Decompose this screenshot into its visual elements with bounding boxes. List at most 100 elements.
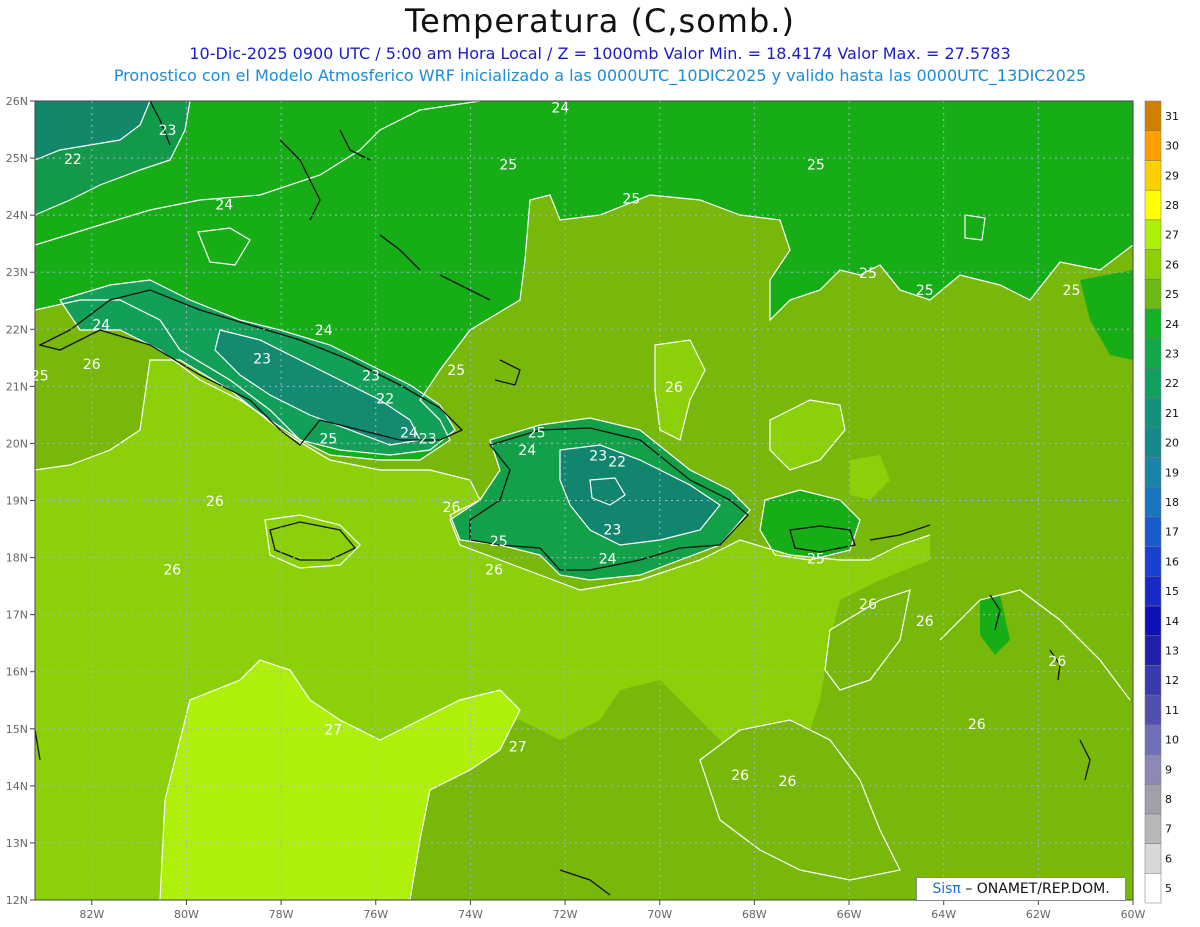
colorbar-label: 21: [1165, 407, 1179, 420]
temperature-map: 232224242525252525 25242324232225262525 24…: [6, 95, 1179, 921]
contour-label: 24: [518, 443, 536, 459]
lat-tick-label: 15N: [6, 723, 28, 736]
colorbar-swatch: [1144, 338, 1162, 369]
lon-tick-label: 72W: [553, 908, 578, 921]
lon-tick-label: 78W: [269, 908, 294, 921]
colorbar-label: 25: [1165, 288, 1179, 301]
colorbar-swatch: [1144, 278, 1162, 310]
colorbar-label: 29: [1165, 169, 1179, 182]
contour-label: 24: [599, 551, 617, 567]
contour-label: 23: [603, 523, 621, 539]
watermark: Sisπ – ONAMET/REP.DOM.: [916, 877, 1126, 901]
contour-label: 24: [315, 323, 333, 339]
contour-label: 24: [400, 426, 418, 442]
contour-label: 25: [859, 266, 877, 282]
colorbar-swatch: [1144, 873, 1162, 904]
colorbar-label: 8: [1165, 793, 1172, 806]
colorbar-label: 10: [1165, 734, 1179, 747]
colorbar-label: 22: [1165, 377, 1179, 390]
lon-tick-label: 66W: [837, 908, 862, 921]
contour-label: 22: [64, 152, 82, 168]
contour-label: 23: [419, 431, 437, 447]
contour-label: 26: [443, 500, 461, 516]
lat-tick-label: 19N: [6, 495, 28, 508]
contour-label: 25: [807, 551, 825, 567]
colorbar-swatch: [1144, 576, 1162, 607]
lon-tick-label: 62W: [1026, 908, 1051, 921]
colorbar-swatch: [1144, 605, 1162, 636]
contour-label: 26: [83, 357, 101, 373]
colorbar-swatch: [1144, 813, 1162, 844]
contour-label: 23: [253, 352, 271, 368]
colorbar-label: 6: [1165, 852, 1172, 865]
contour-label: 25: [320, 431, 338, 447]
lon-tick-label: 80W: [174, 908, 199, 921]
colorbar-swatch: [1144, 486, 1162, 518]
lat-tick-label: 12N: [6, 894, 28, 907]
colorbar-label: 23: [1165, 347, 1179, 360]
contour-label: 26: [485, 563, 503, 579]
lat-tick-label: 26N: [6, 95, 28, 108]
colorbar-label: 20: [1165, 437, 1179, 450]
colorbar-label: 19: [1165, 466, 1179, 479]
lat-tick-label: 20N: [6, 437, 28, 450]
contour-label: 23: [589, 449, 607, 465]
lat-tick-label: 22N: [6, 323, 28, 336]
colorbar: 5 6 7 8 9 10 11 12 13 14 15 16 17 18 19 20 21 22 23 24 25 26 2…: [1144, 100, 1179, 904]
colorbar-swatch: [1144, 160, 1162, 191]
lat-tick-label: 18N: [6, 552, 28, 565]
lon-tick-label: 68W: [742, 908, 767, 921]
lat-tick-label: 23N: [6, 266, 28, 279]
colorbar-swatch: [1144, 219, 1162, 250]
lon-tick-label: 74W: [458, 908, 483, 921]
colorbar-label: 12: [1165, 674, 1179, 687]
watermark-logo: Sisπ: [932, 881, 961, 897]
colorbar-swatch: [1144, 368, 1162, 399]
colorbar-swatch: [1144, 308, 1162, 339]
lat-tick-label: 25N: [6, 152, 28, 165]
contour-label: 24: [215, 197, 233, 213]
colorbar-label: 26: [1165, 258, 1179, 271]
colorbar-swatch: [1144, 457, 1162, 488]
contour-label: 26: [779, 774, 797, 790]
colorbar-swatch: [1144, 130, 1162, 161]
contour-label: 25: [31, 369, 49, 385]
colorbar-label: 9: [1165, 763, 1172, 776]
lon-tick-label: 70W: [647, 908, 672, 921]
contour-label: 25: [622, 192, 640, 208]
colorbar-swatch: [1144, 754, 1162, 785]
contour-label: 26: [665, 380, 683, 396]
contour-label: 25: [490, 534, 508, 550]
contour-label: 27: [509, 740, 527, 756]
colorbar-label: 27: [1165, 229, 1179, 242]
lon-tick-label: 60W: [1121, 908, 1146, 921]
watermark-text: – ONAMET/REP.DOM.: [965, 881, 1110, 897]
contour-label: 25: [447, 363, 465, 379]
contour-label: 25: [1063, 283, 1081, 299]
lat-tick-label: 17N: [6, 609, 28, 622]
colorbar-swatch: [1144, 189, 1162, 221]
lon-tick-label: 82W: [79, 908, 104, 921]
contour-label: 26: [968, 717, 986, 733]
colorbar-label: 18: [1165, 496, 1179, 509]
colorbar-label: 16: [1165, 555, 1179, 568]
contour-label: 26: [206, 494, 224, 510]
lon-tick-label: 76W: [363, 908, 388, 921]
longitude-axis: 82W 80W 78W 76W 74W 72W 70W 68W 66W 64W 62W 60W: [79, 900, 1146, 921]
lon-tick-label: 64W: [931, 908, 956, 921]
colorbar-swatch: [1144, 635, 1162, 666]
latitude-axis: 12N 13N 14N 15N 16N 17N 18N 19N 20N 21N 22N 23N 24N 2…: [6, 95, 35, 907]
contour-label: 23: [362, 369, 380, 385]
contour-label: 24: [551, 100, 569, 116]
contour-label: 27: [324, 722, 342, 738]
contour-label: 25: [916, 283, 934, 299]
contour-label: 22: [608, 454, 626, 470]
colorbar-label: 17: [1165, 526, 1179, 539]
contour-label: 24: [92, 317, 110, 333]
contour-label: 26: [859, 597, 877, 613]
colorbar-label: 14: [1165, 615, 1179, 628]
lat-tick-label: 14N: [6, 780, 28, 793]
colorbar-label: 28: [1165, 199, 1179, 212]
contour-label: 26: [163, 563, 181, 579]
colorbar-swatch: [1144, 783, 1162, 815]
